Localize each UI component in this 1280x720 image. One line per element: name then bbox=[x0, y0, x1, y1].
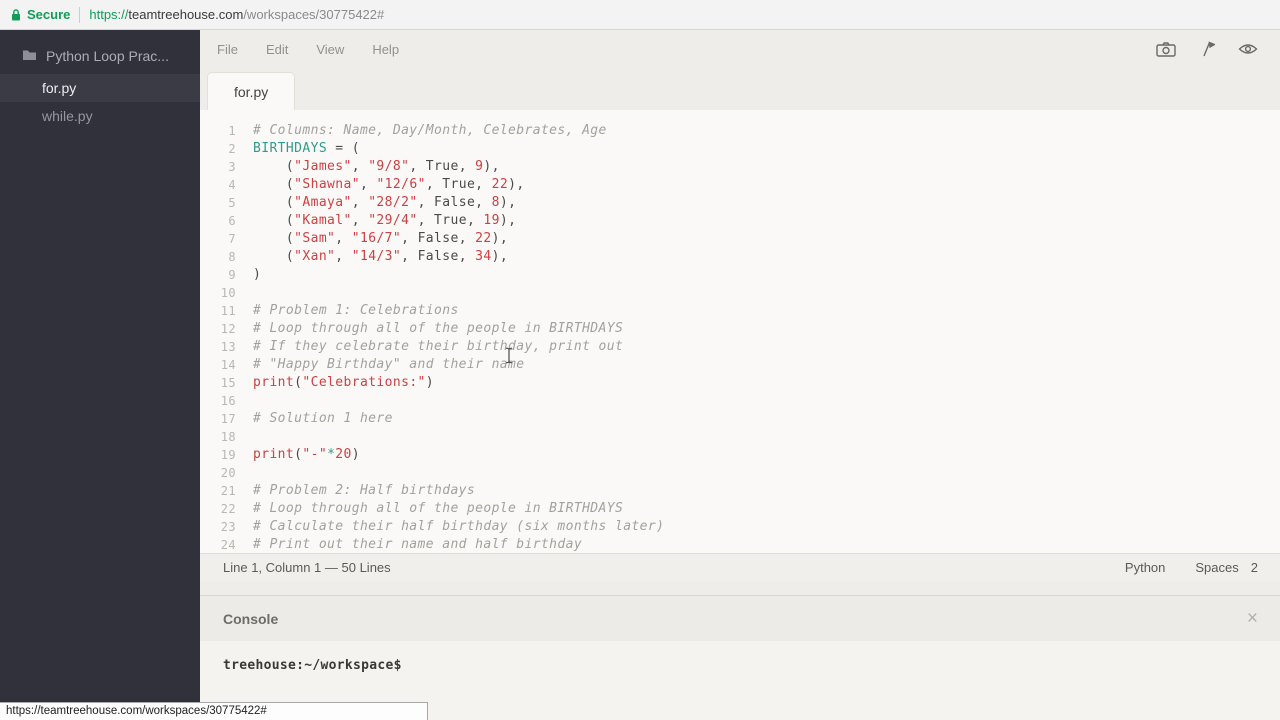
project-folder[interactable]: Python Loop Prac... bbox=[0, 40, 200, 74]
console-header[interactable]: Console × bbox=[200, 595, 1280, 641]
language-selector[interactable]: Python bbox=[1125, 560, 1165, 575]
line-number: 20 bbox=[200, 464, 236, 482]
workspace: Python Loop Prac... for.py while.py File… bbox=[0, 30, 1280, 720]
close-icon[interactable]: × bbox=[1247, 609, 1258, 628]
menu-edit[interactable]: Edit bbox=[266, 42, 288, 57]
lock-icon bbox=[10, 8, 22, 22]
line-number: 19 bbox=[200, 446, 236, 464]
tab-strip: for.py bbox=[200, 68, 1280, 110]
project-name: Python Loop Prac... bbox=[46, 48, 169, 64]
mouse-text-cursor bbox=[504, 347, 514, 369]
code-line: 3 ("James", "9/8", True, 9), bbox=[200, 158, 1280, 176]
url-path: /workspaces/30775422# bbox=[243, 7, 384, 22]
folder-icon bbox=[22, 48, 37, 64]
address-separator bbox=[79, 7, 80, 23]
line-number: 2 bbox=[200, 140, 236, 158]
editor-statusbar: Line 1, Column 1 — 50 Lines Python Space… bbox=[200, 553, 1280, 581]
url-scheme: https:// bbox=[89, 7, 128, 22]
cursor-position: Line 1, Column 1 — 50 Lines bbox=[223, 560, 391, 575]
code-line: 11# Problem 1: Celebrations bbox=[200, 302, 1280, 320]
file-sidebar: Python Loop Prac... for.py while.py bbox=[0, 30, 200, 720]
line-number: 1 bbox=[200, 122, 236, 140]
line-number: 4 bbox=[200, 176, 236, 194]
line-number: 14 bbox=[200, 356, 236, 374]
tab-for-py[interactable]: for.py bbox=[207, 72, 295, 110]
eye-icon[interactable] bbox=[1238, 42, 1258, 56]
url-text[interactable]: https://teamtreehouse.com/workspaces/307… bbox=[89, 7, 384, 22]
code-line: 24# Print out their name and half birthd… bbox=[200, 536, 1280, 553]
line-number: 6 bbox=[200, 212, 236, 230]
code-line: 2BIRTHDAYS = ( bbox=[200, 140, 1280, 158]
terminal-prompt: treehouse:~/workspace$ bbox=[223, 658, 402, 673]
menu-view[interactable]: View bbox=[316, 42, 344, 57]
code-line: 6 ("Kamal", "29/4", True, 19), bbox=[200, 212, 1280, 230]
code-line: 14# "Happy Birthday" and their name bbox=[200, 356, 1280, 374]
line-number: 17 bbox=[200, 410, 236, 428]
menubar: File Edit View Help bbox=[200, 30, 1280, 68]
line-number: 5 bbox=[200, 194, 236, 212]
line-number: 24 bbox=[200, 536, 236, 553]
flag-icon[interactable] bbox=[1199, 41, 1215, 57]
line-number: 18 bbox=[200, 428, 236, 446]
code-line: 13# If they celebrate their birthday, pr… bbox=[200, 338, 1280, 356]
code-line: 19print("-"*20) bbox=[200, 446, 1280, 464]
indent-mode[interactable]: Spaces bbox=[1195, 560, 1238, 575]
code-line: 12# Loop through all of the people in BI… bbox=[200, 320, 1280, 338]
code-line: 10 bbox=[200, 284, 1280, 302]
code-line: 5 ("Amaya", "28/2", False, 8), bbox=[200, 194, 1280, 212]
statusbar-right: Python Spaces 2 bbox=[1125, 560, 1258, 575]
code-line: 7 ("Sam", "16/7", False, 22), bbox=[200, 230, 1280, 248]
editor-main: File Edit View Help bbox=[200, 30, 1280, 720]
line-number: 15 bbox=[200, 374, 236, 392]
console-title: Console bbox=[223, 611, 278, 627]
code-line: 21# Problem 2: Half birthdays bbox=[200, 482, 1280, 500]
camera-icon[interactable] bbox=[1156, 42, 1176, 57]
editor-code[interactable]: 1# Columns: Name, Day/Month, Celebrates,… bbox=[200, 110, 1280, 553]
line-number: 12 bbox=[200, 320, 236, 338]
menu-file[interactable]: File bbox=[217, 42, 238, 57]
code-line: 16 bbox=[200, 392, 1280, 410]
menu-help[interactable]: Help bbox=[372, 42, 399, 57]
line-number: 10 bbox=[200, 284, 236, 302]
line-number: 8 bbox=[200, 248, 236, 266]
code-line: 9) bbox=[200, 266, 1280, 284]
line-number: 7 bbox=[200, 230, 236, 248]
line-number: 3 bbox=[200, 158, 236, 176]
line-number: 22 bbox=[200, 500, 236, 518]
browser-status-url: https://teamtreehouse.com/workspaces/307… bbox=[0, 702, 428, 720]
sidebar-item-for-py[interactable]: for.py bbox=[0, 74, 200, 102]
line-number: 16 bbox=[200, 392, 236, 410]
secure-badge: Secure bbox=[27, 7, 70, 22]
code-line: 8 ("Xan", "14/3", False, 34), bbox=[200, 248, 1280, 266]
code-line: 23# Calculate their half birthday (six m… bbox=[200, 518, 1280, 536]
line-number: 11 bbox=[200, 302, 236, 320]
code-line: 18 bbox=[200, 428, 1280, 446]
line-number: 13 bbox=[200, 338, 236, 356]
browser-address-bar[interactable]: Secure https://teamtreehouse.com/workspa… bbox=[0, 0, 1280, 30]
line-number: 21 bbox=[200, 482, 236, 500]
url-host: teamtreehouse.com bbox=[128, 7, 243, 22]
code-line: 15print("Celebrations:") bbox=[200, 374, 1280, 392]
toolbar-icons bbox=[1156, 41, 1258, 57]
line-number: 9 bbox=[200, 266, 236, 284]
code-line: 1# Columns: Name, Day/Month, Celebrates,… bbox=[200, 122, 1280, 140]
code-line: 20 bbox=[200, 464, 1280, 482]
sidebar-item-while-py[interactable]: while.py bbox=[0, 102, 200, 130]
code-line: 4 ("Shawna", "12/6", True, 22), bbox=[200, 176, 1280, 194]
line-number: 23 bbox=[200, 518, 236, 536]
code-line: 22# Loop through all of the people in BI… bbox=[200, 500, 1280, 518]
indent-size[interactable]: 2 bbox=[1251, 560, 1258, 575]
code-line: 17# Solution 1 here bbox=[200, 410, 1280, 428]
